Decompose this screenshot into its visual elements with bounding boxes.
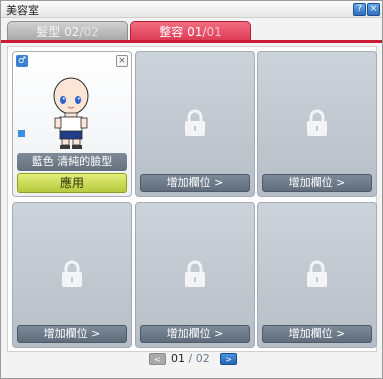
help-button[interactable]: ? — [353, 3, 366, 16]
color-indicator-icon — [18, 130, 25, 137]
tab-hair-total: 02 — [83, 25, 99, 39]
page-total: 02 — [195, 352, 210, 365]
add-slot-button[interactable]: 增加欄位 > — [17, 325, 127, 343]
lock-icon — [185, 109, 205, 136]
window-title: 美容室 — [6, 4, 39, 17]
add-slot-button[interactable]: 增加欄位 > — [262, 325, 372, 343]
locked-slot: 增加欄位 > — [257, 202, 377, 348]
face-name-label: 藍色 清純的臉型 — [17, 153, 127, 171]
page-current: 01 — [171, 352, 185, 365]
lock-icon — [185, 260, 205, 287]
beauty-salon-window: 美容室 ? × 髮型 02/02 整容 01/01 ♂ × 藍色 清純的臉型 應… — [0, 0, 383, 379]
tab-face-current: 01 — [187, 25, 203, 39]
tab-bar: 髮型 02/02 整容 01/01 — [1, 19, 382, 42]
tab-face-label: 整容 — [159, 25, 184, 39]
face-slot-active[interactable]: ♂ × 藍色 清純的臉型 應用 — [12, 51, 132, 197]
locked-slot: 增加欄位 > — [257, 51, 377, 197]
lock-icon — [307, 260, 327, 287]
male-icon: ♂ — [16, 55, 28, 67]
tab-hair-current: 02 — [64, 25, 80, 39]
add-slot-button[interactable]: 增加欄位 > — [140, 325, 250, 343]
tab-face-total: 01 — [206, 25, 222, 39]
tab-underline — [1, 40, 382, 43]
locked-slot: 增加欄位 > — [12, 202, 132, 348]
add-slot-button[interactable]: 增加欄位 > — [262, 174, 372, 192]
character-preview — [53, 77, 89, 149]
lock-icon — [62, 260, 82, 287]
add-slot-button[interactable]: 增加欄位 > — [140, 174, 250, 192]
title-bar[interactable]: 美容室 ? × — [1, 1, 382, 18]
tab-face[interactable]: 整容 01/01 — [130, 21, 251, 41]
locked-slot: 增加欄位 > — [135, 202, 255, 348]
tab-hair[interactable]: 髮型 02/02 — [7, 21, 128, 41]
page-indicator: 01 / 02 — [171, 352, 210, 365]
remove-slot-button[interactable]: × — [116, 55, 128, 67]
next-page-button[interactable]: > — [220, 353, 237, 365]
slots-panel: ♂ × 藍色 清純的臉型 應用 增加欄位 > 增加欄位 > 增加欄位 > 增加欄… — [7, 46, 377, 352]
apply-button[interactable]: 應用 — [17, 173, 127, 193]
locked-slot: 增加欄位 > — [135, 51, 255, 197]
prev-page-button[interactable]: < — [149, 353, 166, 365]
tab-hair-label: 髮型 — [36, 25, 61, 39]
lock-icon — [307, 109, 327, 136]
pagination: < 01 / 02 > — [1, 352, 382, 367]
page-separator: / — [188, 352, 193, 365]
close-button[interactable]: × — [367, 3, 380, 16]
